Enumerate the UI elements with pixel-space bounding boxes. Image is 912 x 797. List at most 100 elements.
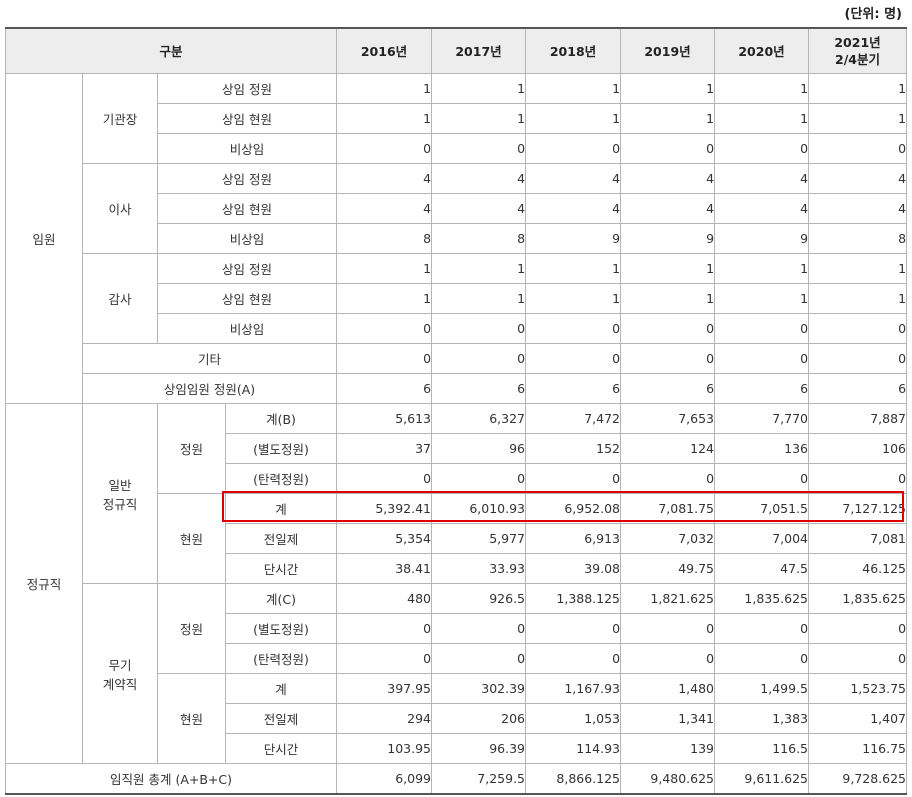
value-cell: 1 <box>808 283 908 314</box>
subsection-label: 일반 정규직 <box>82 403 158 584</box>
value-cell: 0 <box>336 343 433 374</box>
value-cell: 9 <box>620 223 716 254</box>
total-row: 임직원 총계 (A+B+C) 6,099 7,259.5 8,866.125 9,480… <box>4 763 908 795</box>
table-row: 감사 상임 정원 1 1 1 1 1 1 <box>6 253 908 344</box>
value-cell: 4 <box>714 193 810 224</box>
value-cell: 4 <box>714 163 810 194</box>
value-cell: 5,613 <box>336 403 433 434</box>
row-label: 비상임 <box>156 313 338 344</box>
value-cell: 1,341 <box>620 703 716 734</box>
row-label: 전일제 <box>224 703 338 734</box>
row-label: 상임 정원 <box>156 73 338 104</box>
value-cell: 7,127.125 <box>808 493 908 524</box>
row-label: 상임 현원 <box>156 193 338 224</box>
row-label: (탄력정원) <box>224 463 338 494</box>
staff-table: 구분 2016년 2017년 2018년 2019년 2020년 2021년 2… <box>4 27 908 795</box>
group-label: 정원 <box>157 583 226 674</box>
value-cell: 1,821.625 <box>620 583 716 614</box>
value-cell: 38.41 <box>336 553 433 584</box>
value-cell: 39.08 <box>525 553 622 584</box>
value-cell: 1 <box>336 103 433 134</box>
section-label: 정규직 <box>5 403 83 764</box>
value-cell: 0 <box>431 613 527 644</box>
value-cell: 7,653 <box>620 403 716 434</box>
value-cell: 6 <box>336 373 433 404</box>
value-cell: 480 <box>336 583 433 614</box>
value-cell: 139 <box>620 733 716 764</box>
value-cell: 136 <box>714 433 810 464</box>
value-cell: 1 <box>808 73 908 104</box>
value-cell: 0 <box>620 463 716 494</box>
group-label: 정원 <box>157 403 226 494</box>
value-cell: 397.95 <box>336 673 433 704</box>
value-cell: 0 <box>808 343 908 374</box>
section-label: 임원 <box>5 73 83 404</box>
total-label: 임직원 총계 (A+B+C) <box>4 763 338 795</box>
table-row: 무기 계약직 정원 계(C) 480 926.5 1,388.125 1,821.625 1,… <box>6 583 908 764</box>
value-cell: 0 <box>525 613 622 644</box>
value-cell: 0 <box>714 313 810 344</box>
value-cell: 1,388.125 <box>525 583 622 614</box>
value-cell: 0 <box>336 313 433 344</box>
value-cell: 114.93 <box>525 733 622 764</box>
value-cell: 4 <box>808 163 908 194</box>
value-cell: 49.75 <box>620 553 716 584</box>
value-cell: 8 <box>431 223 527 254</box>
header-year: 2017년 <box>431 27 527 74</box>
value-cell: 0 <box>525 463 622 494</box>
value-cell: 0 <box>431 463 527 494</box>
value-cell: 1,383 <box>714 703 810 734</box>
group-label: 현원 <box>157 673 226 764</box>
row-label: (별도정원) <box>224 433 338 464</box>
value-cell: 0 <box>714 343 810 374</box>
header-year: 2021년 2/4분기 <box>808 27 908 74</box>
value-cell: 46.125 <box>808 553 908 584</box>
value-cell: 6 <box>431 373 527 404</box>
group-label: 이사 <box>82 163 158 254</box>
value-cell: 103.95 <box>336 733 433 764</box>
value-cell: 8,866.125 <box>525 763 622 795</box>
value-cell: 6 <box>808 373 908 404</box>
value-cell: 1,523.75 <box>808 673 908 704</box>
value-cell: 0 <box>714 643 810 674</box>
value-cell: 1,835.625 <box>714 583 810 614</box>
value-cell: 6,099 <box>336 763 433 795</box>
value-cell: 5,392.41 <box>336 493 433 524</box>
row-label: (별도정원) <box>224 613 338 644</box>
value-cell: 4 <box>525 193 622 224</box>
value-cell: 0 <box>714 613 810 644</box>
value-cell: 4 <box>431 163 527 194</box>
value-cell: 96.39 <box>431 733 527 764</box>
row-label: (탄력정원) <box>224 643 338 674</box>
value-cell: 0 <box>620 313 716 344</box>
value-cell: 1 <box>525 283 622 314</box>
value-cell: 47.5 <box>714 553 810 584</box>
value-cell: 1 <box>620 103 716 134</box>
row-label: 계 <box>224 493 338 524</box>
value-cell: 0 <box>620 343 716 374</box>
value-cell: 1,499.5 <box>714 673 810 704</box>
value-cell: 4 <box>620 193 716 224</box>
value-cell: 7,004 <box>714 523 810 554</box>
value-cell: 1,167.93 <box>525 673 622 704</box>
table-row: 기타 0 0 0 0 0 0 <box>6 343 908 374</box>
value-cell: 0 <box>808 463 908 494</box>
value-cell: 124 <box>620 433 716 464</box>
value-cell: 0 <box>620 613 716 644</box>
value-cell: 0 <box>336 133 433 164</box>
row-label: 단시간 <box>224 553 338 584</box>
value-cell: 0 <box>808 613 908 644</box>
value-cell: 6,327 <box>431 403 527 434</box>
value-cell: 9,728.625 <box>808 763 908 795</box>
value-cell: 206 <box>431 703 527 734</box>
value-cell: 1 <box>620 73 716 104</box>
value-cell: 1 <box>336 73 433 104</box>
value-cell: 9 <box>525 223 622 254</box>
value-cell: 7,472 <box>525 403 622 434</box>
value-cell: 1 <box>714 103 810 134</box>
value-cell: 96 <box>431 433 527 464</box>
value-cell: 0 <box>431 313 527 344</box>
value-cell: 4 <box>431 193 527 224</box>
row-label: 상임 정원 <box>156 163 338 194</box>
table-body: 임원 기관장 상임 정원 1 1 1 1 1 1 상임 현원 1 1 1 1 1 1 비상임 0 0 0 0 0 0 이사 상임… <box>4 73 908 795</box>
